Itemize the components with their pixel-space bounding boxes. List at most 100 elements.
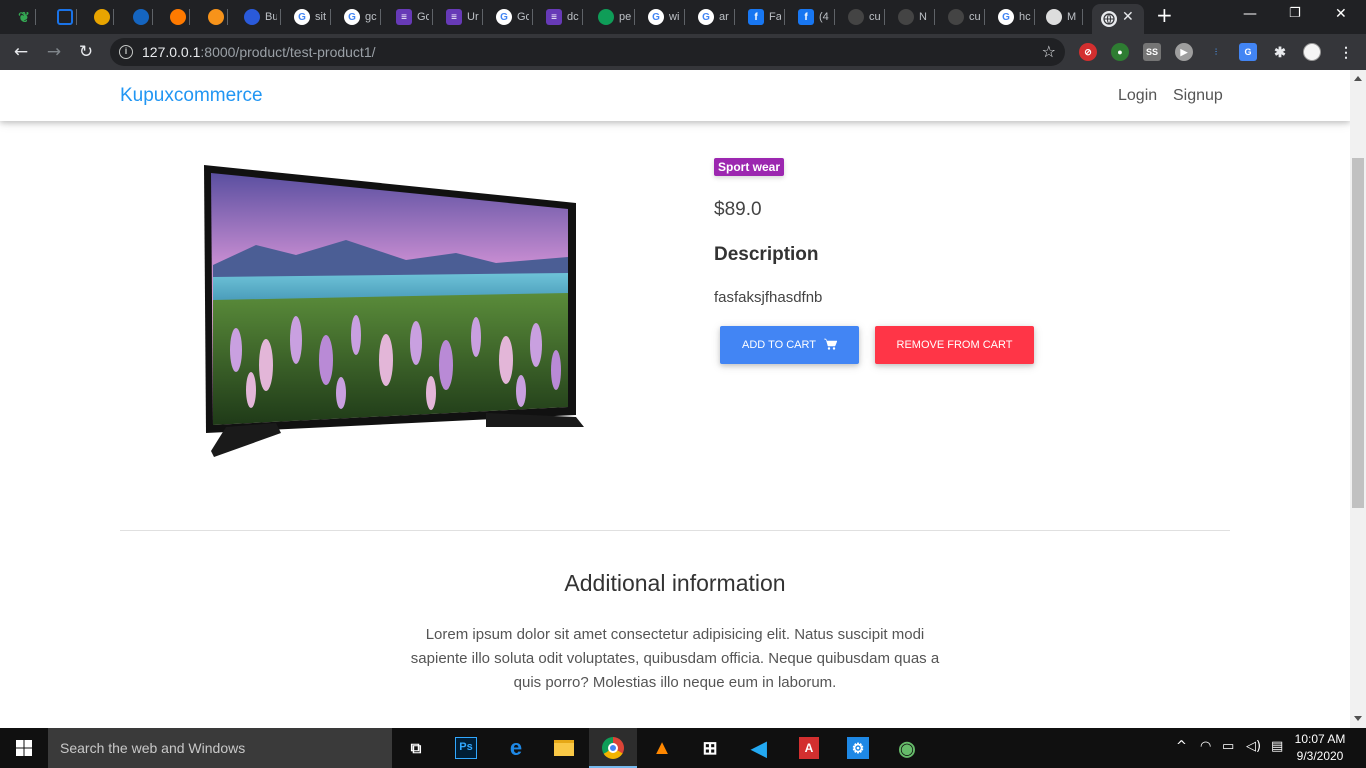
browser-tab[interactable]: Gsit — [294, 6, 331, 28]
browser-tab[interactable]: f Fa — [748, 6, 785, 28]
scroll-down-icon[interactable] — [1354, 716, 1362, 721]
github-icon — [1046, 9, 1062, 25]
scrollbar-thumb[interactable] — [1352, 158, 1364, 508]
tab-separator — [634, 9, 635, 25]
globe-app-icon[interactable]: ◉ — [893, 734, 921, 762]
browser-tab[interactable]: ❦ — [16, 6, 36, 28]
google-icon: G — [998, 9, 1014, 25]
browser-tab[interactable]: ≡ Ur — [446, 6, 483, 28]
browser-tab[interactable]: cu — [848, 6, 885, 28]
tab-active[interactable]: ✕ — [1092, 4, 1144, 34]
restore-icon[interactable]: ❐ — [1289, 6, 1301, 21]
translate-extension-icon[interactable]: G — [1239, 43, 1257, 61]
file-explorer-icon[interactable] — [550, 734, 578, 762]
task-view-icon[interactable]: ⧉ — [402, 734, 430, 762]
forward-icon[interactable]: → — [44, 42, 64, 62]
remove-from-cart-button[interactable]: REMOVE FROM CART — [875, 326, 1034, 364]
close-window-icon[interactable]: ✕ — [1335, 6, 1347, 22]
browser-tab[interactable]: Bu — [244, 6, 281, 28]
page-scrollbar[interactable] — [1350, 70, 1366, 728]
browser-tab[interactable] — [133, 6, 153, 28]
extensions-puzzle-icon[interactable]: ✱ — [1271, 43, 1289, 61]
adblock-extension-icon[interactable]: ⊘ — [1079, 43, 1097, 61]
tab-separator — [684, 9, 685, 25]
profile-avatar[interactable] — [1303, 43, 1321, 61]
page-viewport: Kupuxcommerce Login Signup Sport wear $8… — [0, 70, 1350, 728]
taskbar-clock[interactable]: 10:07 AM 9/3/2020 — [1290, 731, 1350, 765]
browser-tab[interactable]: cu — [948, 6, 985, 28]
square-icon — [57, 9, 73, 25]
add-to-cart-button[interactable]: ADD TO CART — [720, 326, 859, 364]
tab-close-icon[interactable]: ✕ — [1122, 9, 1134, 25]
settings-app-icon[interactable]: ⚙ — [844, 734, 872, 762]
browser-tab[interactable] — [208, 6, 228, 28]
tray-chevron-icon[interactable]: ^ — [1176, 739, 1187, 754]
battery-icon[interactable]: ▭ — [1222, 739, 1234, 754]
url-host: 127.0.0.1 — [142, 44, 201, 60]
plus-sheet-icon — [598, 9, 614, 25]
browser-tab[interactable] — [170, 6, 190, 28]
photoshop-icon[interactable]: Ps — [452, 734, 480, 762]
notification-icon[interactable]: ▤ — [1271, 739, 1283, 754]
brand-logo-link[interactable]: Kupuxcommerce — [120, 85, 263, 107]
browser-tab[interactable]: Gwi — [648, 6, 685, 28]
store-icon[interactable]: ⊞ — [696, 734, 724, 762]
browser-tab[interactable]: Ggc — [344, 6, 381, 28]
vscode-icon[interactable]: ◀ — [745, 734, 773, 762]
github-icon — [898, 9, 914, 25]
windows-start-icon[interactable] — [16, 740, 32, 756]
acrobat-icon[interactable]: A — [795, 734, 823, 762]
vlc-icon[interactable]: ▲ — [648, 734, 676, 762]
browser-tab[interactable]: ≡ Gc — [396, 6, 433, 28]
browser-menu-icon[interactable]: ⋮ — [1337, 43, 1355, 61]
browser-tab[interactable]: Gar — [698, 6, 735, 28]
address-bar[interactable]: i 127.0.0.1:8000/product/test-product1/ … — [110, 38, 1065, 66]
tab-separator — [152, 9, 153, 25]
back-icon[interactable]: ← — [11, 42, 31, 62]
tab-separator — [934, 9, 935, 25]
browser-tab[interactable]: N — [898, 6, 935, 28]
url-text[interactable]: 127.0.0.1:8000/product/test-product1/ — [142, 44, 376, 60]
tab-title: dc — [567, 11, 579, 23]
github-icon — [948, 9, 964, 25]
browser-tab[interactable]: Ghc — [998, 6, 1035, 28]
nav-login-link[interactable]: Login — [1118, 87, 1157, 105]
additional-info-heading: Additional information — [564, 570, 786, 596]
browser-tab[interactable]: G Gc — [496, 6, 533, 28]
site-info-icon[interactable]: i — [119, 45, 133, 59]
tab-title: sit — [315, 11, 326, 23]
browser-tab[interactable]: pe — [598, 6, 635, 28]
chrome-icon[interactable] — [599, 734, 627, 762]
add-to-cart-label: ADD TO CART — [742, 339, 816, 351]
bookmark-star-icon[interactable]: ☆ — [1042, 42, 1056, 61]
clock-time: 10:07 AM — [1294, 732, 1346, 746]
stats-extension-icon[interactable]: ⫶ — [1207, 43, 1225, 61]
browser-tab-bar: ❦ Bu Gsit Ggc ≡ Gc ≡ Ur G Gc ≡ dc pe Gwi Gar f Fa f (4 cu Nc… — [0, 0, 1366, 34]
ss-extension-icon[interactable]: SS — [1143, 43, 1161, 61]
tab-separator — [984, 9, 985, 25]
tab-title: Fa — [769, 11, 781, 23]
tab-separator — [834, 9, 835, 25]
play-extension-icon[interactable]: ▶ — [1175, 43, 1193, 61]
browser-tab[interactable]: f (4 — [798, 6, 835, 28]
browser-tab[interactable] — [57, 6, 77, 28]
volume-icon[interactable]: ◁) — [1246, 739, 1261, 754]
browser-tab[interactable] — [94, 6, 114, 28]
tab-separator — [532, 9, 533, 25]
browser-tab[interactable]: M — [1046, 6, 1083, 28]
edge-icon[interactable]: e — [502, 734, 530, 762]
pnc-icon — [94, 9, 110, 25]
minimize-icon[interactable]: — — [1243, 6, 1257, 22]
browser-tab[interactable]: ≡ dc — [546, 6, 583, 28]
nav-signup-link[interactable]: Signup — [1173, 87, 1223, 105]
scroll-up-icon[interactable] — [1354, 76, 1362, 81]
globe-extension-icon[interactable]: ● — [1111, 43, 1129, 61]
tab-title: cu — [869, 11, 881, 23]
tab-title: M — [1067, 11, 1077, 23]
new-tab-button[interactable]: + — [1156, 3, 1173, 27]
taskbar-search-box[interactable]: Search the web and Windows — [48, 728, 392, 768]
wifi-icon[interactable]: ◠ — [1200, 739, 1211, 754]
reload-icon[interactable]: ↻ — [76, 42, 96, 62]
tab-separator — [1082, 9, 1083, 25]
category-badge[interactable]: Sport wear — [714, 158, 785, 176]
